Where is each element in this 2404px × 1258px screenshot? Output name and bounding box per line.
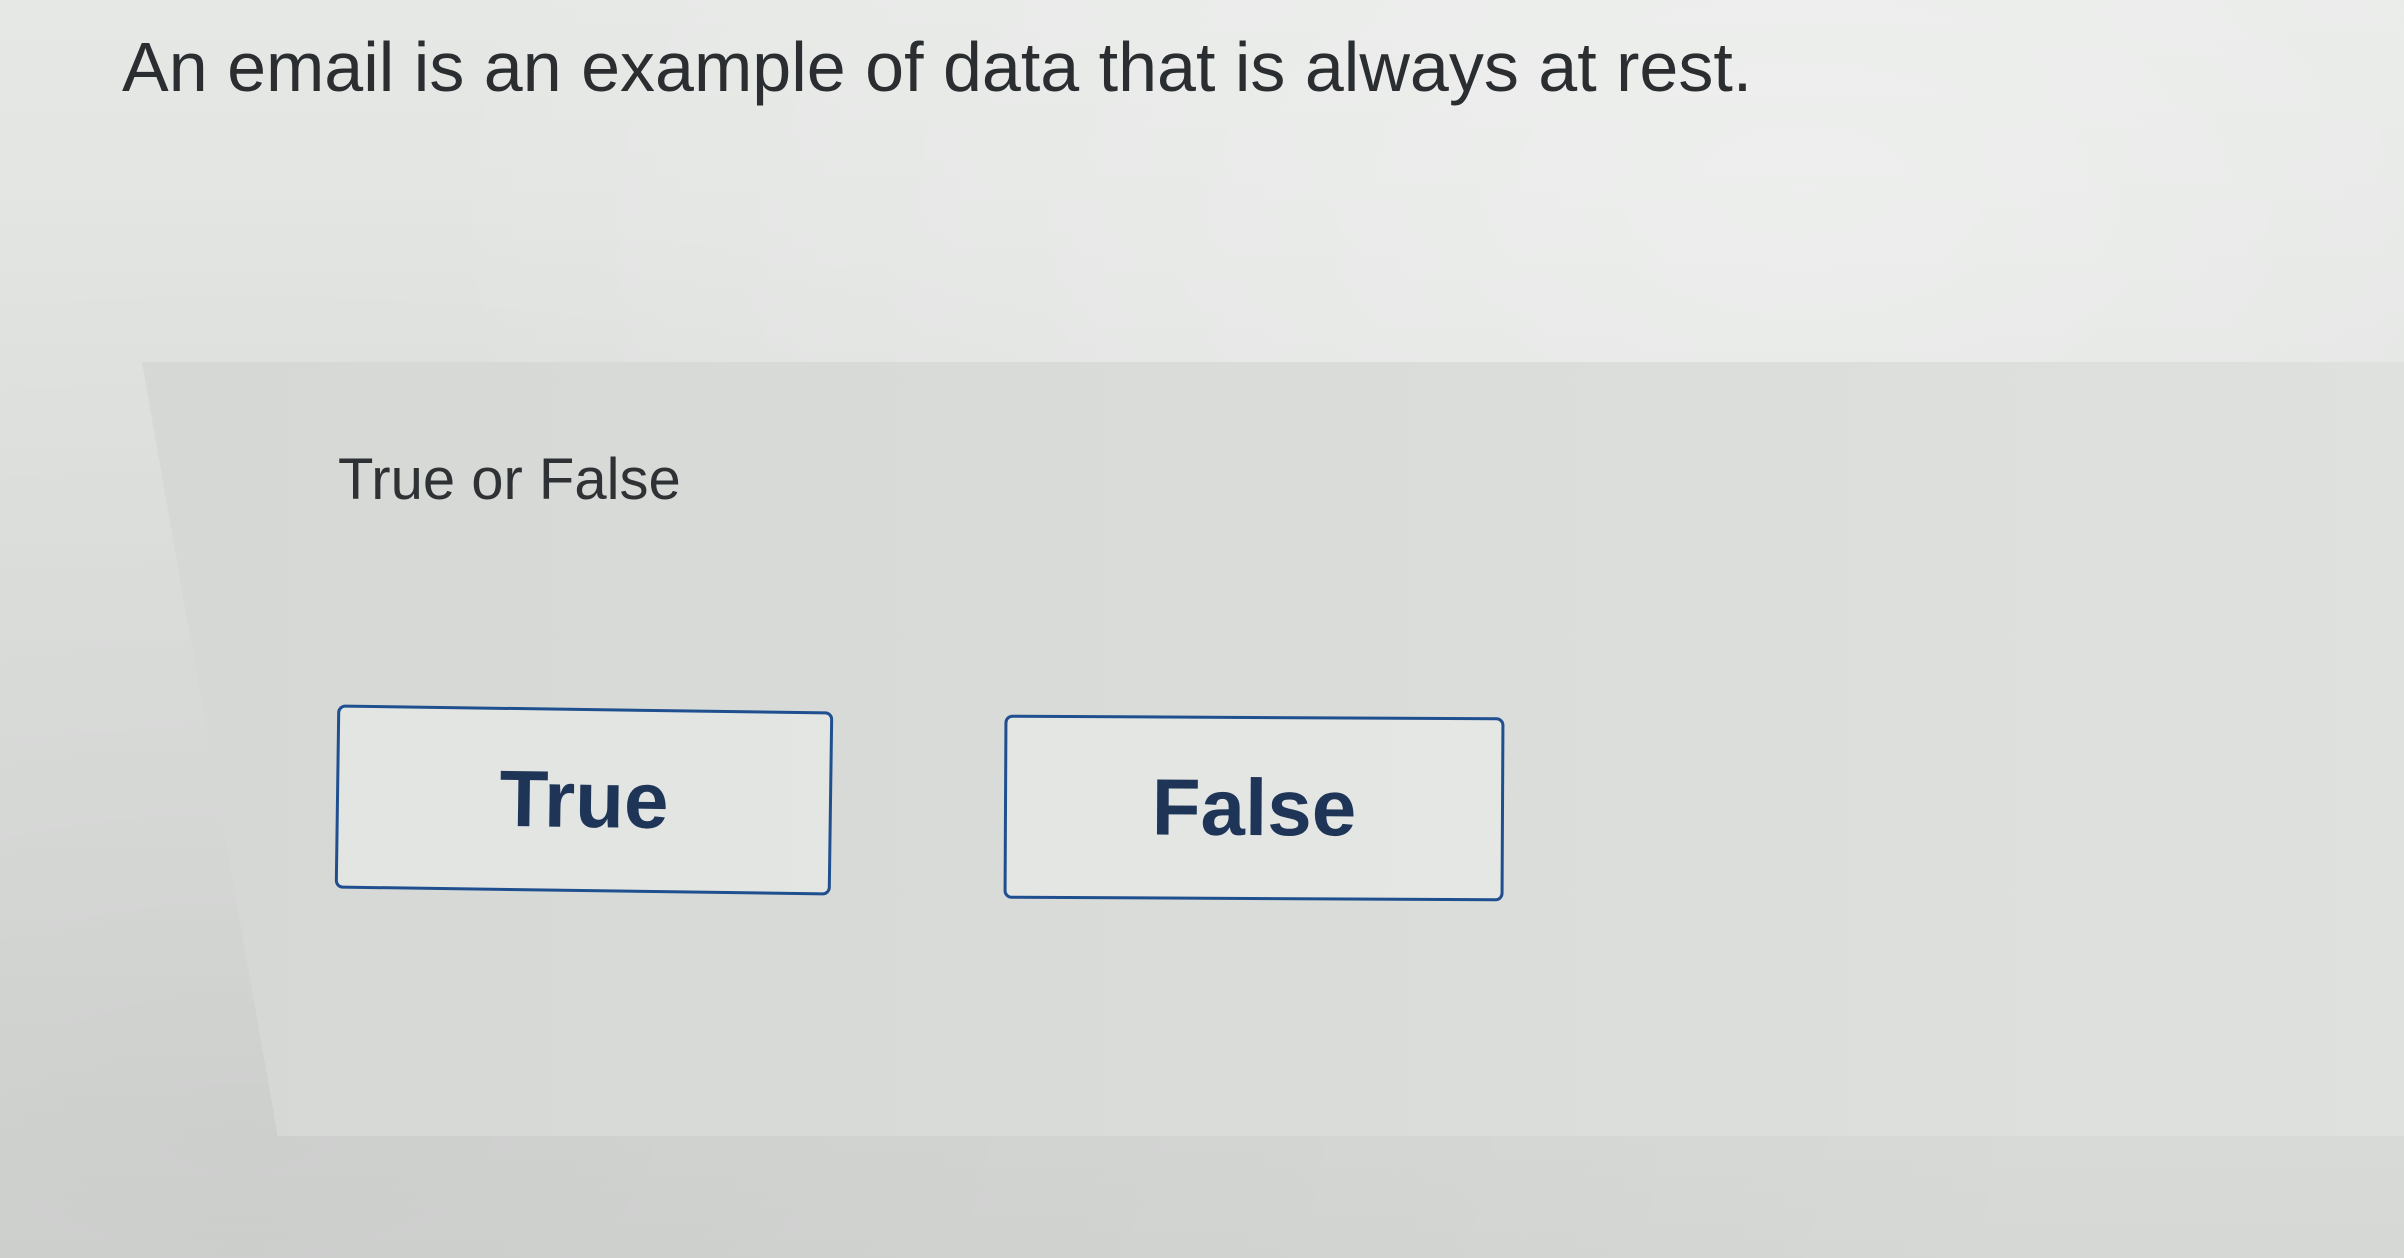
false-button[interactable]: False <box>1003 714 1505 902</box>
true-button-label: True <box>498 753 670 846</box>
true-button[interactable]: True <box>334 704 834 896</box>
false-button-label: False <box>1151 762 1357 853</box>
question-text: An email is an example of data that is a… <box>122 28 1753 106</box>
true-or-false-label: True or False <box>338 447 681 512</box>
